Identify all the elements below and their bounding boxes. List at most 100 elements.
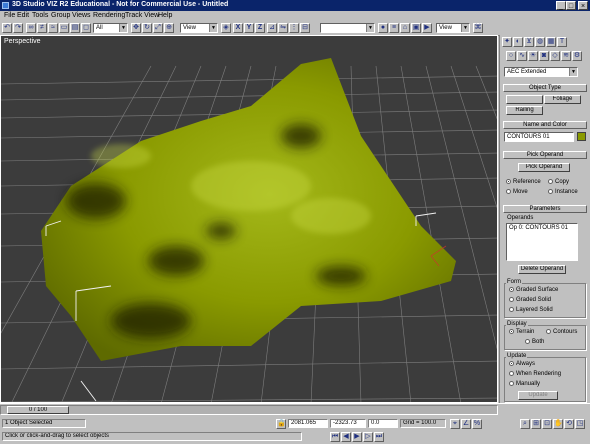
terrain-radio[interactable]: Terrain — [509, 329, 534, 336]
menu-file[interactable]: File — [4, 12, 15, 19]
pick-operand-button[interactable]: Pick Operand — [518, 163, 570, 172]
cameras-icon[interactable]: ◙ — [539, 51, 549, 61]
lock-selection-icon[interactable]: 🔒 — [276, 419, 286, 429]
previous-frame-icon[interactable]: ◀ — [341, 432, 351, 442]
operands-list[interactable]: Op 0: CONTOURS 01 — [506, 223, 578, 261]
select-and-scale-icon[interactable]: ⤢ — [153, 23, 163, 33]
select-by-name-icon[interactable]: ▤ — [70, 23, 80, 33]
maximize-viewport-icon[interactable]: ◳ — [575, 419, 585, 429]
unlink-icon[interactable]: ≠ — [37, 23, 47, 33]
manually-radio[interactable]: Manually — [509, 381, 540, 388]
play-icon[interactable]: ▶ — [352, 432, 362, 442]
close-button[interactable]: × — [578, 1, 588, 10]
percent-snap-icon[interactable]: % — [472, 419, 482, 429]
graded-solid-radio[interactable]: Graded Solid — [509, 297, 551, 304]
name-and-color-rollout[interactable]: Name and Color — [503, 121, 587, 129]
restrict-plane-icon[interactable]: ⊿ — [267, 23, 277, 33]
display-tab-icon[interactable]: ▦ — [546, 37, 556, 47]
maximize-button[interactable]: □ — [566, 1, 576, 10]
time-slider[interactable]: 0 / 100 — [0, 405, 498, 415]
graded-surface-radio[interactable]: Graded Surface — [509, 287, 558, 294]
lights-icon[interactable]: ☀ — [528, 51, 538, 61]
operand-item[interactable]: Op 0: CONTOURS 01 — [507, 224, 577, 232]
terrain-button[interactable] — [506, 95, 543, 104]
menu-rendering[interactable]: Rendering — [93, 12, 125, 19]
select-and-manipulate-icon[interactable]: ⊕ — [164, 23, 174, 33]
goto-start-icon[interactable]: ⏮ — [330, 432, 340, 442]
menu-group[interactable]: Group — [51, 12, 70, 19]
delete-operand-button[interactable]: Delete Operand — [518, 265, 566, 274]
schematic-view-icon[interactable]: ⌂ — [400, 23, 410, 33]
material-editor-icon[interactable]: ● — [378, 23, 388, 33]
zoom-icon[interactable]: ⌕ — [520, 419, 530, 429]
quick-render-icon[interactable]: ▶ — [422, 23, 432, 33]
update-button[interactable]: Update — [518, 391, 558, 400]
x-coordinate-field[interactable]: 2081.065 — [288, 419, 328, 428]
minimize-button[interactable]: _ — [556, 1, 566, 10]
helpers-icon[interactable]: ◇ — [550, 51, 560, 61]
y-coordinate-field[interactable]: -2323.73 — [330, 419, 366, 428]
object-type-rollout[interactable]: Object Type — [503, 84, 587, 92]
redo-icon[interactable]: ↷ — [13, 23, 23, 33]
pick-operand-rollout[interactable]: Pick Operand — [503, 151, 587, 159]
mirror-icon[interactable]: ⇋ — [278, 23, 288, 33]
track-view-icon[interactable]: ≡ — [389, 23, 399, 33]
instance-radio[interactable]: Instance — [548, 189, 578, 196]
contours-radio[interactable]: Contours — [546, 329, 577, 336]
move-radio[interactable]: Move — [506, 189, 528, 196]
selection-region-icon[interactable]: ◻ — [81, 23, 91, 33]
reference-radio[interactable]: Reference — [506, 179, 541, 186]
zoom-all-icon[interactable]: ⊞ — [531, 419, 541, 429]
select-and-rotate-icon[interactable]: ↻ — [142, 23, 152, 33]
next-frame-icon[interactable]: ▷ — [363, 432, 373, 442]
z-coordinate-field[interactable]: 0.0 — [368, 419, 398, 428]
zoom-extents-icon[interactable]: ⊡ — [542, 419, 552, 429]
foliage-button[interactable]: Foliage — [544, 95, 581, 104]
restrict-z-button[interactable]: Z — [255, 23, 265, 33]
category-dropdown[interactable]: AEC Extended ▼ — [504, 67, 578, 77]
restrict-x-button[interactable]: X — [233, 23, 243, 33]
object-color-swatch[interactable] — [577, 132, 586, 141]
railing-button[interactable]: Railing — [506, 106, 543, 115]
selection-filter-dropdown[interactable]: All ▼ — [93, 23, 128, 33]
angle-snap-icon[interactable]: ∠ — [461, 419, 471, 429]
menu-edit[interactable]: Edit — [17, 12, 29, 19]
view-dropdown[interactable]: View ▼ — [436, 23, 470, 33]
space-warps-icon[interactable]: ≋ — [561, 51, 571, 61]
named-selection-dropdown[interactable]: ▼ — [320, 23, 375, 33]
render-scene-icon[interactable]: ▣ — [411, 23, 421, 33]
systems-icon[interactable]: ⚙ — [572, 51, 582, 61]
select-object-icon[interactable]: ▭ — [59, 23, 69, 33]
both-radio[interactable]: Both — [525, 339, 544, 346]
arc-rotate-icon[interactable]: ⟲ — [564, 419, 574, 429]
parameters-rollout[interactable]: Parameters — [503, 205, 587, 213]
when-rendering-radio[interactable]: When Rendering — [509, 371, 561, 378]
menu-tools[interactable]: Tools — [32, 12, 48, 19]
pan-icon[interactable]: ✋ — [553, 419, 563, 429]
render-last-icon[interactable]: ⌘ — [473, 23, 483, 33]
undo-icon[interactable]: ↶ — [2, 23, 12, 33]
pivot-center-icon[interactable]: ◈ — [221, 23, 231, 33]
align-icon[interactable]: ⊟ — [300, 23, 310, 33]
utilities-tab-icon[interactable]: T — [557, 37, 567, 47]
link-icon[interactable]: ∞ — [26, 23, 36, 33]
always-radio[interactable]: Always — [509, 361, 535, 368]
layered-solid-radio[interactable]: Layered Solid — [509, 307, 553, 314]
shapes-icon[interactable]: ∿ — [517, 51, 527, 61]
hierarchy-tab-icon[interactable]: ⊻ — [524, 37, 534, 47]
geometry-icon[interactable]: ○ — [506, 51, 516, 61]
bind-space-warp-icon[interactable]: ≈ — [48, 23, 58, 33]
menu-help[interactable]: Help — [158, 12, 172, 19]
select-and-move-icon[interactable]: ✥ — [131, 23, 141, 33]
modify-tab-icon[interactable]: ◐ — [513, 37, 523, 47]
time-slider-thumb[interactable]: 0 / 100 — [7, 406, 69, 414]
create-tab-icon[interactable]: ✦ — [502, 37, 512, 47]
restrict-y-button[interactable]: Y — [244, 23, 254, 33]
motion-tab-icon[interactable]: ◍ — [535, 37, 545, 47]
goto-end-icon[interactable]: ⏭ — [374, 432, 384, 442]
perspective-viewport[interactable]: Perspective — [0, 35, 498, 403]
object-name-field[interactable]: CONTOURS 01 — [504, 132, 574, 142]
menu-views[interactable]: Views — [72, 12, 91, 19]
snap-toggle-icon[interactable]: ⌖ — [450, 419, 460, 429]
viewport-label[interactable]: Perspective — [4, 38, 41, 45]
